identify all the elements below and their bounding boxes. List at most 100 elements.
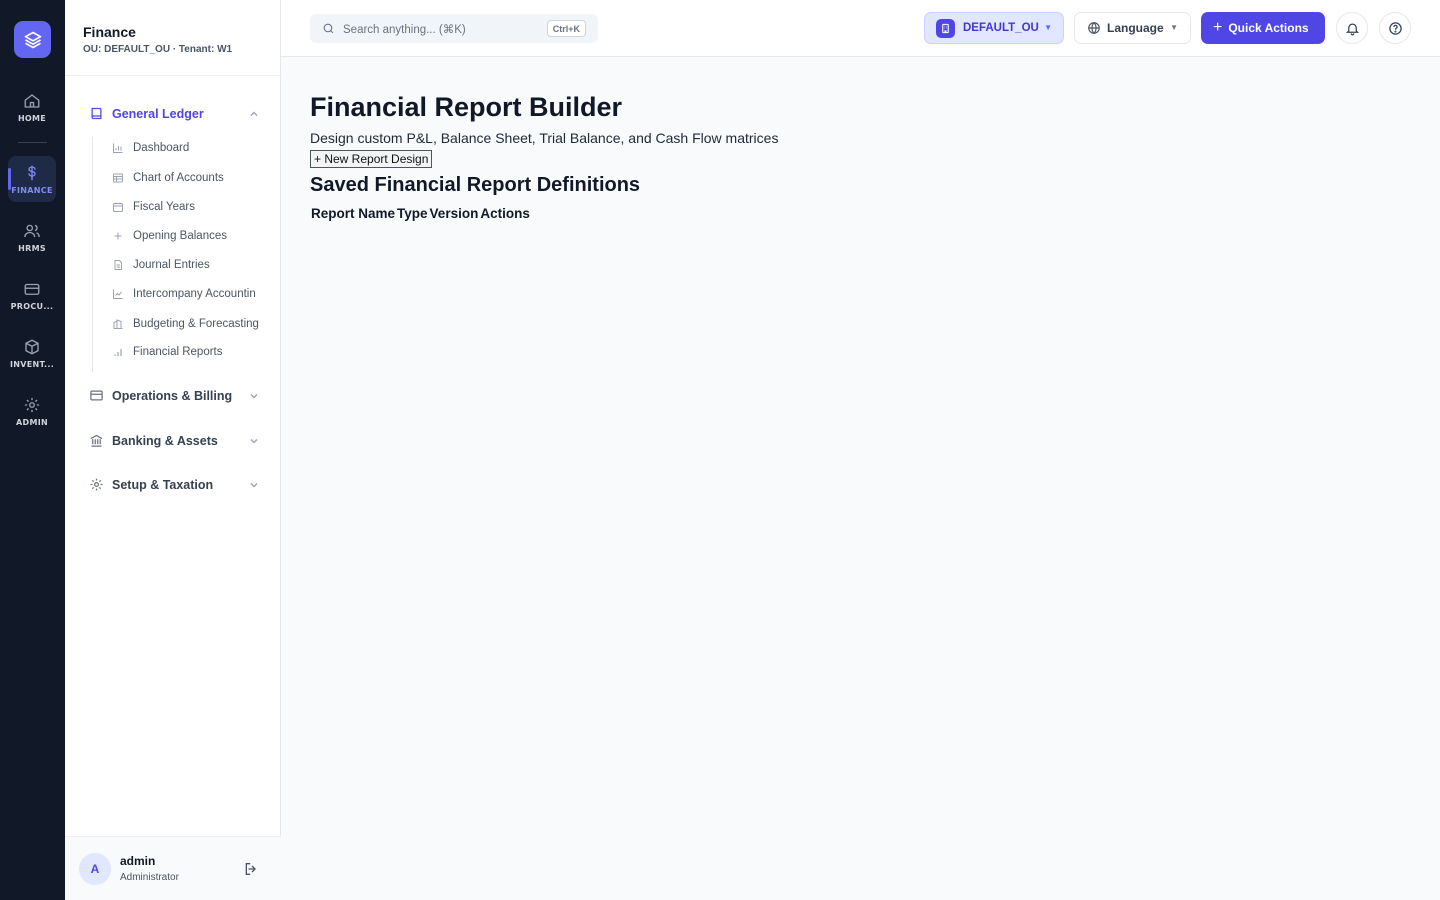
module-context: OU: DEFAULT_OU · Tenant: W1 (83, 44, 233, 55)
billing-card-icon (90, 390, 103, 401)
module-title: Finance (83, 24, 136, 40)
report-definitions-table: Report Name Type Version Actions (310, 204, 531, 223)
calendar-icon (113, 202, 123, 212)
bar-chart-icon (113, 143, 123, 153)
table-header-row: Report Name Type Version Actions (310, 204, 531, 223)
nav-item-dashboard[interactable]: Dashboard (112, 142, 267, 154)
nav-item-label: Financial Reports (133, 346, 223, 358)
gear-icon (24, 397, 40, 412)
caret-down-icon: ▼ (1170, 23, 1178, 32)
global-search[interactable]: Search anything... (⌘K) Ctrl+K (310, 14, 598, 43)
rail-item-admin[interactable]: ADMIN (8, 388, 56, 434)
home-icon (24, 93, 40, 108)
search-icon (323, 23, 334, 34)
sidebar-header: Finance OU: DEFAULT_OU · Tenant: W1 (65, 0, 281, 76)
rail-item-hrms[interactable]: HRMS (8, 214, 56, 260)
nav-item-label: Journal Entries (133, 259, 210, 271)
building-icon (936, 18, 955, 38)
tree-guide (92, 137, 93, 372)
chevron-down-icon (250, 438, 258, 443)
search-placeholder: Search anything... (⌘K) (343, 23, 466, 36)
nav-item-opening-balances[interactable]: Opening Balances (112, 230, 267, 242)
nav-group-general-ledger[interactable]: General Ledger (89, 106, 259, 121)
search-shortcut: Ctrl+K (546, 20, 586, 37)
rail-label: HOME (17, 113, 47, 123)
rail-item-home[interactable]: HOME (8, 84, 56, 130)
nav-item-fiscal-years[interactable]: Fiscal Years (112, 201, 267, 213)
user-role: Administrator (120, 872, 179, 883)
main-content: Financial Report Builder Design custom P… (310, 90, 1410, 223)
nav-item-budgeting[interactable]: Budgeting & Forecasting (112, 318, 267, 330)
rail-label: PROCU... (10, 301, 54, 311)
language-selector[interactable]: Language ▼ (1074, 12, 1191, 44)
app-logo-icon[interactable] (14, 21, 51, 58)
logout-icon[interactable] (243, 861, 259, 877)
module-sidebar: Finance OU: DEFAULT_OU · Tenant: W1 (65, 0, 281, 900)
nav-item-intercompany[interactable]: Intercompany Accountin (112, 288, 267, 300)
notifications-button[interactable] (1336, 12, 1368, 44)
nav-item-label: Intercompany Accountin (133, 288, 256, 300)
rail-label: INVENT... (9, 359, 55, 369)
signal-icon (114, 349, 122, 356)
new-report-design-button[interactable]: + New Report Design (310, 150, 433, 168)
help-icon (1388, 21, 1402, 35)
nav-group-setup-taxation[interactable]: Setup & Taxation (89, 477, 259, 492)
page-title: Financial Report Builder (310, 92, 623, 122)
ou-value: DEFAULT_OU (963, 22, 1039, 34)
rail-label: ADMIN (16, 417, 48, 427)
app-rail: HOME FINANCE HRMS PROCU... INVENT... ADM… (0, 0, 65, 900)
plus-icon (114, 232, 122, 240)
help-button[interactable] (1379, 12, 1411, 44)
chevron-down-icon (250, 393, 258, 398)
top-bar: Search anything... (⌘K) Ctrl+K DEFAULT_O… (281, 0, 1440, 57)
rail-label: HRMS (18, 243, 46, 253)
box-icon (25, 339, 39, 354)
user-panel: A admin Administrator (65, 836, 281, 900)
quick-actions-label: Quick Actions (1228, 21, 1309, 35)
globe-icon (1088, 21, 1100, 35)
rail-item-inventory[interactable]: INVENT... (8, 330, 56, 376)
column-header-version[interactable]: Version (429, 204, 480, 223)
nav-group-label: General Ledger (112, 106, 204, 121)
page-description: Design custom P&L, Balance Sheet, Trial … (310, 130, 779, 146)
column-header-report-name[interactable]: Report Name (310, 204, 396, 223)
nav-group-banking-assets[interactable]: Banking & Assets (89, 433, 259, 448)
table-icon (113, 173, 123, 183)
buildings-icon (113, 319, 123, 329)
nav-item-label: Chart of Accounts (133, 172, 224, 184)
rail-item-procurement[interactable]: PROCU... (8, 272, 56, 318)
book-icon (91, 107, 102, 120)
nav-group-label: Banking & Assets (112, 433, 218, 448)
chevron-up-icon (250, 111, 258, 116)
document-icon (114, 260, 122, 270)
avatar[interactable]: A (79, 853, 111, 885)
nav-item-label: Opening Balances (133, 230, 227, 242)
nav-group-operations-billing[interactable]: Operations & Billing (89, 388, 259, 403)
user-name: admin (120, 854, 156, 868)
column-header-actions: Actions (480, 206, 530, 221)
language-label: Language (1107, 21, 1164, 35)
nav-item-label: Fiscal Years (133, 201, 196, 213)
chevron-down-icon (250, 482, 258, 487)
quick-actions-button[interactable]: + Quick Actions (1201, 12, 1325, 44)
bell-icon (1345, 23, 1359, 35)
rail-label: FINANCE (11, 185, 53, 195)
nav-group-label: Setup & Taxation (112, 477, 214, 492)
users-icon (24, 224, 40, 237)
bank-icon (90, 434, 103, 447)
nav-item-label: Budgeting & Forecasting (133, 318, 259, 330)
card-icon (24, 283, 40, 295)
nav-item-financial-reports[interactable]: Financial Reports (112, 346, 267, 358)
nav-group-label: Operations & Billing (112, 388, 233, 403)
plus-icon: + (1213, 19, 1223, 36)
ou-selector[interactable]: DEFAULT_OU ▼ (924, 12, 1064, 44)
nav-item-chart-of-accounts[interactable]: Chart of Accounts (112, 172, 267, 184)
rail-item-finance[interactable]: FINANCE (8, 156, 56, 202)
dollar-icon (28, 165, 36, 180)
caret-down-icon: ▼ (1044, 23, 1052, 32)
nav-item-journal-entries[interactable]: Journal Entries (112, 259, 267, 271)
settings-icon (90, 478, 103, 491)
column-header-type[interactable]: Type (396, 204, 429, 223)
trend-icon (113, 289, 123, 299)
nav-item-label: Dashboard (133, 142, 190, 154)
